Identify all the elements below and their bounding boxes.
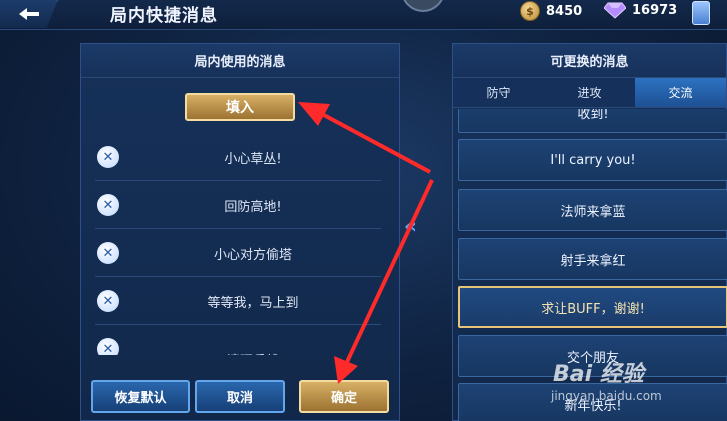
watermark-url: jingyan.baidu.com	[551, 389, 662, 403]
back-arrow-icon	[18, 8, 39, 20]
tab-defense[interactable]: 防守	[453, 78, 544, 107]
message-text: 清理兵线	[125, 335, 381, 356]
in-game-messages-panel: 局内使用的消息 填入 ✕ 小心草丛! ✕ 回防高地! ✕ 小心对方偷塔 ✕ 等等…	[80, 43, 400, 421]
message-row[interactable]: ✕ 清理兵线	[95, 325, 381, 355]
message-text: 回防高地!	[224, 199, 282, 215]
message-text: 小心草丛!	[224, 151, 282, 167]
message-row[interactable]: ✕ 回防高地!	[95, 181, 381, 229]
reset-default-button[interactable]: 恢复默认	[91, 380, 190, 413]
top-bar: 局内快捷消息 $ 8450 16973	[0, 0, 727, 30]
remove-icon[interactable]: ✕	[97, 338, 119, 355]
message-text: 等等我，马上到	[207, 295, 299, 311]
cancel-button[interactable]: 取消	[195, 380, 285, 413]
message-row[interactable]: ✕ 小心草丛!	[95, 133, 381, 181]
option-item[interactable]: 法师来拿蓝	[458, 189, 727, 231]
double-chevron-left-icon[interactable]: «	[404, 214, 417, 238]
message-row[interactable]: ✕ 等等我，马上到	[95, 277, 381, 325]
category-tabs: 防守 进攻 交流	[453, 78, 726, 108]
option-item[interactable]: 射手来拿红	[458, 238, 727, 280]
left-panel-title: 局内使用的消息	[81, 44, 399, 78]
card-icon[interactable]	[692, 1, 710, 25]
avatar[interactable]	[401, 0, 445, 12]
back-button[interactable]	[0, 0, 58, 28]
option-item[interactable]: I'll carry you!	[458, 139, 727, 181]
gem-counter: 16973	[604, 1, 677, 19]
gem-amount: 16973	[632, 2, 678, 18]
remove-icon[interactable]: ✕	[97, 242, 119, 264]
confirm-button[interactable]: 确定	[299, 380, 389, 413]
remove-icon[interactable]: ✕	[97, 290, 119, 312]
option-item-selected[interactable]: 求让BUFF，谢谢!	[458, 286, 727, 328]
right-panel-title: 可更换的消息	[453, 44, 726, 78]
message-text: 小心对方偷塔	[213, 247, 292, 263]
tab-attack[interactable]: 进攻	[544, 78, 635, 107]
page-title: 局内快捷消息	[110, 6, 218, 26]
option-item[interactable]: 收到!	[458, 109, 727, 133]
diamond-icon	[604, 2, 626, 19]
message-row[interactable]: ✕ 小心对方偷塔	[95, 229, 381, 277]
fill-button[interactable]: 填入	[185, 93, 295, 121]
gold-counter: $ 8450	[520, 1, 582, 21]
remove-icon[interactable]: ✕	[97, 194, 119, 216]
watermark-logo: Bai 经验	[553, 362, 644, 387]
gold-coin-icon: $	[520, 1, 540, 21]
remove-icon[interactable]: ✕	[97, 146, 119, 168]
tab-communication[interactable]: 交流	[635, 78, 726, 107]
gold-amount: 8450	[546, 3, 583, 19]
